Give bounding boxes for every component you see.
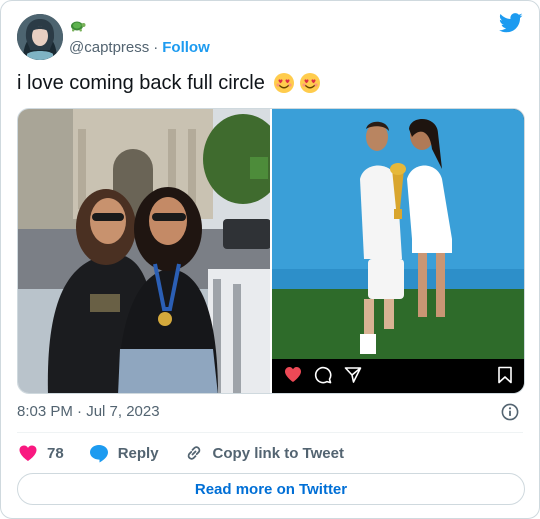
photo-parade[interactable]: [18, 109, 270, 393]
twitter-bird-icon[interactable]: [498, 13, 523, 33]
tweet-media: [17, 108, 525, 394]
speech-bubble-icon: [89, 445, 108, 463]
copy-link-label: Copy link to Tweet: [212, 444, 344, 462]
divider: [17, 432, 523, 433]
copy-link-button[interactable]: Copy link to Tweet: [183, 442, 344, 464]
photo-instagram-post[interactable]: [272, 109, 524, 393]
user-handle[interactable]: @captpress: [69, 39, 149, 56]
smiling-face-with-heart-eyes-emoji: [299, 72, 321, 94]
smiling-face-with-heart-eyes-emoji: [273, 72, 295, 94]
heart-icon: [19, 445, 37, 461]
like-count: 78: [47, 444, 64, 462]
avatar[interactable]: [17, 14, 63, 60]
tweet-actions: 78 Reply Copy link to Tweet: [17, 442, 344, 464]
user-info: @captpress · Follow: [69, 19, 210, 56]
separator-dot: ·: [153, 38, 159, 56]
display-name[interactable]: [69, 19, 210, 37]
turtle-icon: [69, 18, 86, 37]
like-button[interactable]: 78: [17, 442, 64, 464]
instagram-action-bar: [272, 357, 524, 393]
link-icon: [187, 446, 200, 460]
follow-button[interactable]: Follow: [162, 39, 210, 56]
tweet-embed-card: @captpress · Follow i love coming back f…: [0, 0, 540, 519]
comment-icon[interactable]: [314, 366, 332, 389]
bookmark-icon[interactable]: [497, 366, 513, 389]
reply-label: Reply: [117, 444, 159, 462]
read-more-button[interactable]: Read more on Twitter: [17, 473, 525, 505]
tweet-body: i love coming back full circle: [17, 72, 265, 94]
tweet-header: @captpress · Follow: [17, 13, 523, 61]
heart-icon[interactable]: [284, 366, 302, 388]
info-icon[interactable]: [501, 403, 519, 421]
tweet-text: i love coming back full circle: [17, 71, 321, 95]
reply-button[interactable]: Reply: [88, 442, 159, 464]
send-icon[interactable]: [344, 366, 362, 389]
tweet-timestamp[interactable]: 8:03 PM · Jul 7, 2023: [17, 403, 160, 420]
